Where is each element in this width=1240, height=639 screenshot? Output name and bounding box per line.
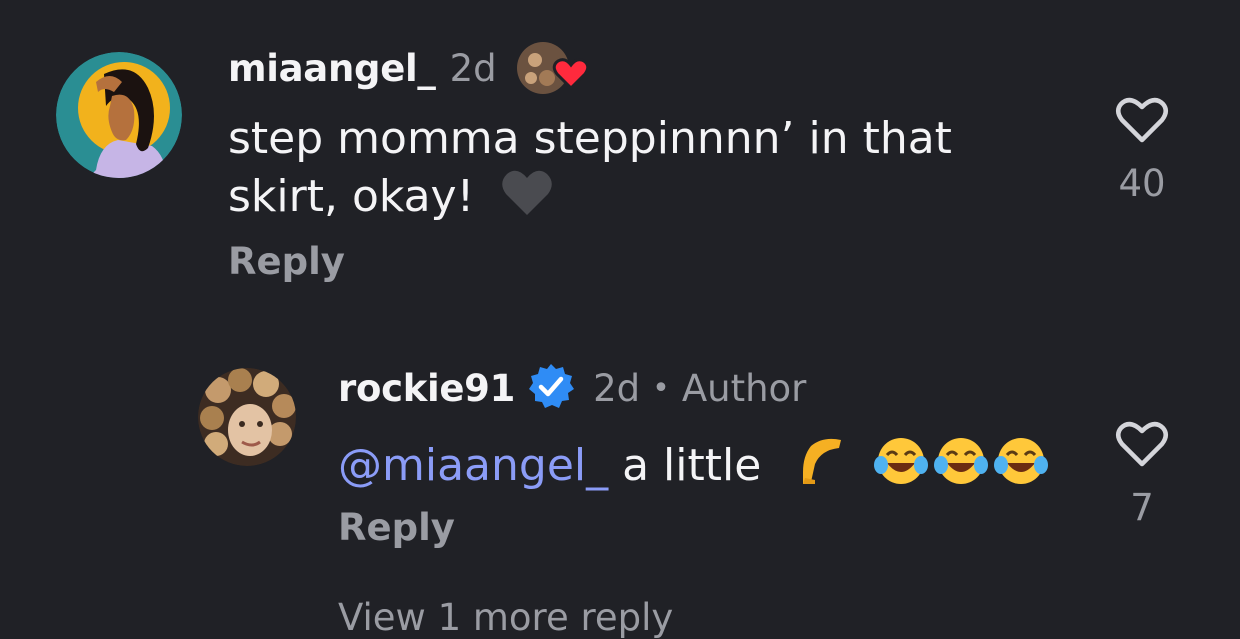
author-badge: Author [681, 366, 807, 410]
like-button[interactable]: 40 [1114, 96, 1170, 205]
laughing-tears-emoji [993, 435, 1049, 501]
username[interactable]: miaangel_ [228, 47, 436, 90]
reply-button[interactable]: Reply [228, 240, 345, 283]
like-count: 7 [1130, 486, 1154, 529]
comment-text-body: a little [608, 440, 776, 491]
leg-emoji [793, 434, 845, 502]
author-liked-heart-icon [516, 42, 589, 94]
comment-text: step momma steppinnnn’ in that skirt, ok… [228, 111, 952, 231]
like-button[interactable]: 7 [1114, 420, 1170, 529]
avatar-rockie91[interactable] [198, 368, 296, 466]
timestamp: 2d [449, 46, 497, 90]
mention-link[interactable]: @miaangel_ [338, 440, 608, 491]
comment-header: rockie91 2d • Author [338, 360, 806, 416]
comment-text-line1: step momma steppinnnn’ in that [228, 113, 952, 164]
username[interactable]: rockie91 [338, 367, 515, 410]
timestamp: 2d [593, 366, 641, 410]
avatar-miaangel[interactable] [56, 52, 182, 178]
view-more-replies[interactable]: View 1 more reply [338, 596, 673, 639]
heart-outline-icon [1116, 97, 1168, 143]
heart-outline-icon [1116, 421, 1168, 467]
comment-text-line2: skirt, okay! [228, 167, 952, 231]
reply-button[interactable]: Reply [338, 506, 455, 549]
comment-text-line2-text: skirt, okay! [228, 171, 475, 222]
mention-text: @miaangel_ [338, 440, 609, 491]
comment-text: @miaangel_ a little [338, 434, 1049, 502]
meta-separator: • [652, 370, 670, 406]
laughing-tears-emoji [873, 435, 929, 501]
black-heart-emoji [500, 167, 554, 231]
like-count: 40 [1118, 162, 1166, 205]
comment-header: miaangel_ 2d [228, 40, 589, 96]
author-liked-indicator [513, 40, 589, 96]
verified-badge-icon [527, 362, 575, 414]
laughing-tears-emoji [933, 435, 989, 501]
